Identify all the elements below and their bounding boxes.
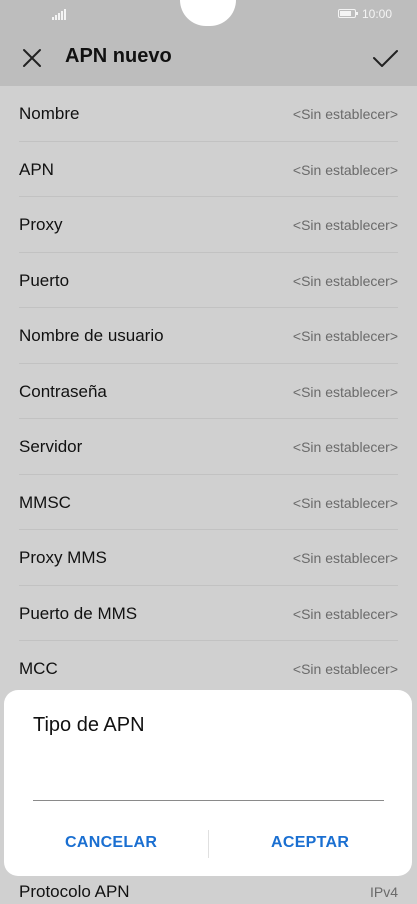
save-button[interactable] — [368, 42, 402, 74]
field-value: <Sin establecer> — [292, 661, 398, 677]
battery-level — [340, 11, 351, 16]
list-item[interactable]: Puerto <Sin establecer> — [0, 253, 417, 308]
field-value: <Sin establecer> — [292, 439, 398, 455]
camera-notch — [180, 0, 236, 26]
battery-icon — [338, 9, 358, 18]
apn-type-input[interactable] — [33, 750, 384, 801]
field-label: MCC — [19, 659, 58, 678]
field-label: Nombre de usuario — [19, 326, 164, 345]
status-time: 10:00 — [362, 7, 393, 21]
field-value: <Sin establecer> — [292, 106, 398, 122]
status-bar: 10:00 — [0, 0, 417, 30]
signal-icon — [52, 8, 68, 20]
field-label: Puerto — [19, 270, 70, 290]
dialog-button-divider — [208, 830, 209, 858]
page-title: APN nuevo — [65, 45, 172, 67]
apn-settings-list: Nombre <Sin establecer> APN <Sin establecer… — [0, 86, 417, 697]
check-icon — [373, 50, 398, 67]
field-value: <Sin establecer> — [292, 605, 398, 622]
field-label: Proxy MMS — [19, 548, 107, 567]
apn-protocol-label: Protocolo APN — [19, 882, 130, 901]
apn-protocol-row[interactable]: Protocolo APN IPv4 — [0, 876, 417, 904]
field-value: <Sin establecer> — [292, 550, 398, 566]
close-icon — [23, 49, 41, 67]
field-value: <Sin establecer> — [292, 217, 398, 233]
accept-button[interactable]: ACEPTAR — [271, 834, 349, 852]
dialog-title: Tipo de APN — [33, 714, 145, 736]
field-value: <Sin establecer> — [292, 272, 398, 289]
field-label: Puerto de MMS — [19, 603, 138, 623]
apn-type-dialog: Tipo de APN CANCELAR ACEPTAR — [4, 690, 412, 876]
field-value: <Sin establecer> — [292, 383, 398, 400]
list-item[interactable]: Nombre de usuario <Sin establecer> — [0, 308, 417, 364]
list-item[interactable]: MCC <Sin establecer> — [0, 641, 417, 697]
apn-protocol-value: IPv4 — [369, 884, 398, 900]
field-value: <Sin establecer> — [292, 328, 398, 344]
field-label: Servidor — [19, 437, 83, 456]
list-item[interactable]: Servidor <Sin establecer> — [0, 419, 417, 475]
field-label: Nombre — [19, 104, 80, 123]
list-item[interactable]: Puerto de MMS <Sin establecer> — [0, 586, 417, 641]
field-label: Contraseña — [19, 381, 107, 401]
list-item[interactable]: Proxy <Sin establecer> — [0, 197, 417, 253]
field-label: APN — [19, 159, 54, 179]
list-item[interactable]: Contraseña <Sin establecer> — [0, 364, 417, 419]
field-label: Proxy — [19, 215, 63, 234]
list-item[interactable]: Nombre <Sin establecer> — [0, 86, 417, 142]
list-item[interactable]: MMSC <Sin establecer> — [0, 475, 417, 530]
field-value: <Sin establecer> — [292, 494, 398, 511]
close-button[interactable] — [16, 42, 48, 74]
app-toolbar: APN nuevo — [0, 30, 417, 86]
cancel-button[interactable]: CANCELAR — [65, 834, 157, 852]
list-item[interactable]: APN <Sin establecer> — [0, 142, 417, 197]
field-value: <Sin establecer> — [292, 161, 398, 178]
list-item[interactable]: Proxy MMS <Sin establecer> — [0, 530, 417, 586]
field-label: MMSC — [19, 492, 71, 512]
